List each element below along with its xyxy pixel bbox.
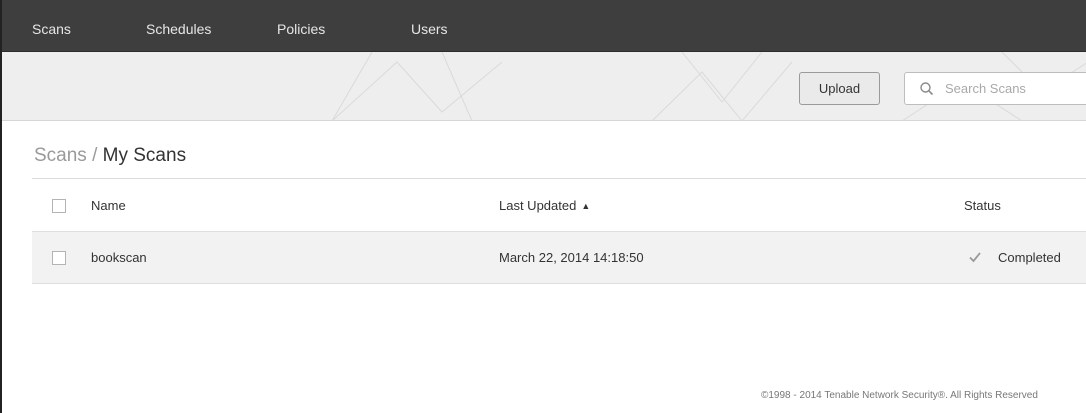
search-box[interactable] <box>904 72 1086 105</box>
column-header-status[interactable]: Status <box>964 179 1001 232</box>
breadcrumb: Scans / My Scans <box>34 145 186 167</box>
footer-copyright: ©1998 - 2014 Tenable Network Security®. … <box>761 390 1038 401</box>
table-row[interactable]: bookscan March 22, 2014 14:18:50 Complet… <box>32 232 1086 284</box>
column-header-name[interactable]: Name <box>91 179 126 232</box>
check-icon <box>969 252 981 263</box>
sort-ascending-icon: ▲ <box>581 201 591 211</box>
search-icon <box>920 82 934 96</box>
select-all-checkbox[interactable] <box>52 199 66 213</box>
top-navigation: Scans Schedules Policies Users <box>2 0 1086 52</box>
breadcrumb-separator: / <box>86 145 103 166</box>
column-header-last-updated[interactable]: Last Updated ▲ <box>499 179 590 233</box>
scan-status: Completed <box>998 250 1061 265</box>
nav-item-users[interactable]: Users <box>411 0 448 52</box>
scan-name[interactable]: bookscan <box>91 232 147 284</box>
nav-item-schedules[interactable]: Schedules <box>146 0 211 52</box>
page-title: My Scans <box>102 145 187 166</box>
nav-item-scans[interactable]: Scans <box>32 0 71 52</box>
scan-last-updated: March 22, 2014 14:18:50 <box>499 250 644 265</box>
toolbar: Upload <box>2 52 1086 121</box>
nav-item-policies[interactable]: Policies <box>277 0 325 52</box>
app-window: Scans Schedules Policies Users Upload Se… <box>0 0 1086 413</box>
upload-button[interactable]: Upload <box>799 72 880 105</box>
table-header: Name Last Updated ▲ Status <box>32 179 1086 232</box>
row-checkbox[interactable] <box>52 251 66 265</box>
breadcrumb-link-scans[interactable]: Scans <box>34 145 87 166</box>
column-header-last-updated-label: Last Updated <box>499 198 577 213</box>
search-input[interactable] <box>945 73 1086 104</box>
